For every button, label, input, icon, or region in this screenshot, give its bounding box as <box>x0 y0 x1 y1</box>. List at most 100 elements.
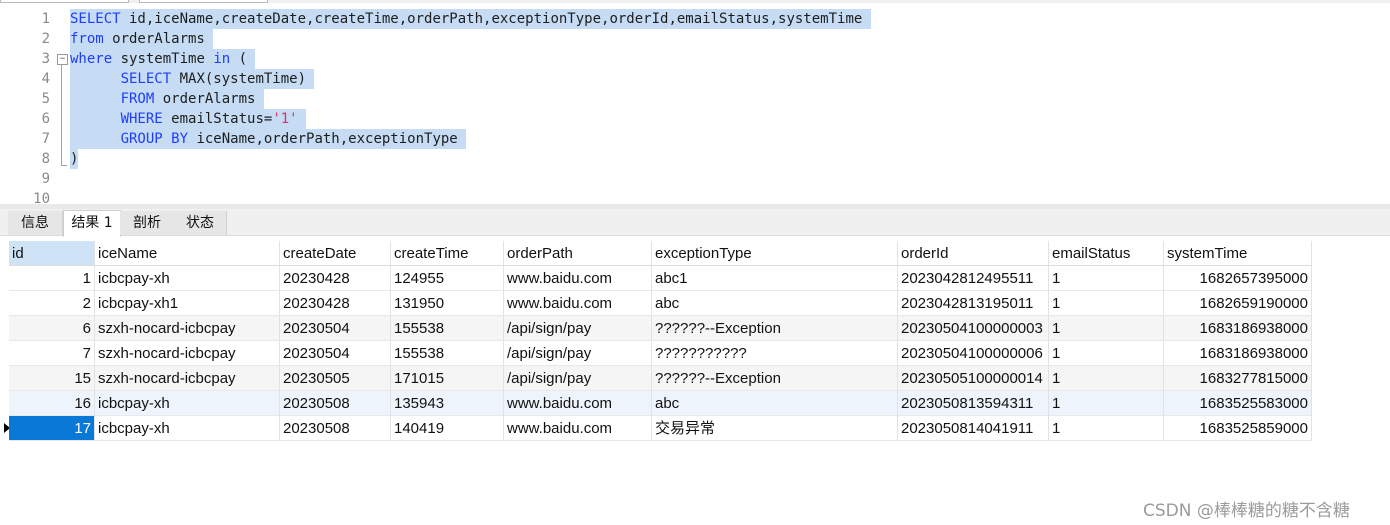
table-row[interactable]: 15 szxh-nocard-icbcpay 20230505 171015/api/… <box>9 366 1312 391</box>
column-header-systemtime[interactable]: systemTime <box>1164 241 1312 266</box>
cell-emailstatus[interactable]: 1 <box>1049 391 1164 416</box>
cell-orderpath[interactable]: www.baidu.com <box>504 266 652 291</box>
cell-exceptiontype[interactable]: ??????--Exception <box>652 366 898 391</box>
cell-icename[interactable]: icbcpay-xh1 <box>95 291 280 316</box>
cell-id[interactable]: 2 <box>9 291 95 316</box>
sql-text: ( <box>230 51 256 67</box>
table-row[interactable]: 7 szxh-nocard-icbcpay 20230504 155538/api/s… <box>9 341 1312 366</box>
cell-orderid[interactable]: 2023050813594311 <box>898 391 1049 416</box>
cell-orderid[interactable]: 2023042812495511 <box>898 266 1049 291</box>
sql-editor[interactable]: 1 SELECT id,iceName,createDate,createTime… <box>0 3 1390 204</box>
cell-systemtime[interactable]: 1683525859000 <box>1164 416 1312 441</box>
cell-orderid[interactable]: 2023050814041911 <box>898 416 1049 441</box>
column-header-emailstatus[interactable]: emailStatus <box>1049 241 1164 266</box>
cell-systemtime[interactable]: 1683525583000 <box>1164 391 1312 416</box>
editor-line[interactable]: 9 <box>0 169 1390 189</box>
cell-emailstatus[interactable]: 1 <box>1049 341 1164 366</box>
table-row[interactable]: 2 icbcpay-xh1 20230428 131950 www.baidu.com a… <box>9 291 1312 316</box>
table-row[interactable]: 6 szxh-nocard-icbcpay 20230504 155538/api/s… <box>9 316 1312 341</box>
editor-line[interactable]: 8) <box>0 149 1390 169</box>
cell-createdate[interactable]: 20230428 <box>280 291 391 316</box>
code-text: GROUP BY iceName,orderPath,exceptionType <box>70 129 467 149</box>
sql-string: '1' <box>272 111 298 127</box>
cell-orderpath[interactable]: www.baidu.com <box>504 416 652 441</box>
cell-emailstatus[interactable]: 1 <box>1049 416 1164 441</box>
cell-id[interactable]: 7 <box>9 341 95 366</box>
cell-orderpath[interactable]: www.baidu.com <box>504 391 652 416</box>
editor-line[interactable]: 6 WHERE emailStatus='1' <box>0 109 1390 129</box>
cell-systemtime[interactable]: 1683277815000 <box>1164 366 1312 391</box>
cell-orderpath[interactable]: /api/sign/pay <box>504 366 652 391</box>
cell-createtime[interactable]: 131950 <box>391 291 504 316</box>
cell-createdate[interactable]: 20230504 <box>280 341 391 366</box>
cell-orderid[interactable]: 20230504100000003 <box>898 316 1049 341</box>
cell-icename[interactable]: icbcpay-xh <box>95 266 280 291</box>
table-row[interactable]: 17 icbcpay-xh 20230508 140419 www.baidu.com 交… <box>4 416 1312 441</box>
column-header-id[interactable]: id <box>9 241 95 266</box>
cell-emailstatus[interactable]: 1 <box>1049 266 1164 291</box>
cell-icename[interactable]: szxh-nocard-icbcpay <box>95 316 280 341</box>
fold-collapse-icon[interactable]: − <box>57 54 68 65</box>
cell-createtime[interactable]: 155538 <box>391 341 504 366</box>
cell-emailstatus[interactable]: 1 <box>1049 366 1164 391</box>
cell-createtime[interactable]: 135943 <box>391 391 504 416</box>
column-header-exceptiontype[interactable]: exceptionType <box>652 241 898 266</box>
cell-id[interactable]: 15 <box>9 366 95 391</box>
cell-exceptiontype[interactable]: abc <box>652 391 898 416</box>
column-header-createdate[interactable]: createDate <box>280 241 391 266</box>
cell-emailstatus[interactable]: 1 <box>1049 291 1164 316</box>
table-row[interactable]: 1 icbcpay-xh 20230428 124955 www.baidu.com ab… <box>9 266 1312 291</box>
cell-systemtime[interactable]: 1683186938000 <box>1164 316 1312 341</box>
cell-orderid[interactable]: 20230504100000006 <box>898 341 1049 366</box>
cell-exceptiontype[interactable]: 交易异常 <box>652 416 898 441</box>
editor-line[interactable]: 10 <box>0 189 1390 204</box>
cell-icename[interactable]: icbcpay-xh <box>95 416 280 441</box>
cell-createtime[interactable]: 124955 <box>391 266 504 291</box>
column-header-createtime[interactable]: createTime <box>391 241 504 266</box>
cell-orderpath[interactable]: /api/sign/pay <box>504 341 652 366</box>
editor-line[interactable]: 1 SELECT id,iceName,createDate,createTime… <box>0 9 1390 29</box>
editor-line[interactable]: 3 where systemTime in ( <box>0 49 1390 69</box>
cell-orderpath[interactable]: /api/sign/pay <box>504 316 652 341</box>
editor-line[interactable]: 4 SELECT MAX(systemTime) <box>0 69 1390 89</box>
tab-profile[interactable]: 剖析 <box>120 211 175 235</box>
cell-createdate[interactable]: 20230428 <box>280 266 391 291</box>
cell-exceptiontype[interactable]: abc1 <box>652 266 898 291</box>
cell-createtime[interactable]: 140419 <box>391 416 504 441</box>
cell-icename[interactable]: szxh-nocard-icbcpay <box>95 366 280 391</box>
sql-text: ) <box>70 151 79 167</box>
editor-line[interactable]: 2 from orderAlarms <box>0 29 1390 49</box>
tab-info[interactable]: 信息 <box>8 211 63 235</box>
cell-icename[interactable]: szxh-nocard-icbcpay <box>95 341 280 366</box>
cell-exceptiontype[interactable]: ??????--Exception <box>652 316 898 341</box>
cell-createtime[interactable]: 155538 <box>391 316 504 341</box>
cell-createdate[interactable]: 20230508 <box>280 391 391 416</box>
cell-id[interactable]: 1 <box>9 266 95 291</box>
cell-createtime[interactable]: 171015 <box>391 366 504 391</box>
editor-line[interactable]: 7 GROUP BY iceName,orderPath,exceptionTy… <box>0 129 1390 149</box>
cell-id[interactable]: 17 <box>9 416 95 441</box>
cell-createdate[interactable]: 20230504 <box>280 316 391 341</box>
cell-createdate[interactable]: 20230505 <box>280 366 391 391</box>
cell-orderid[interactable]: 20230505100000014 <box>898 366 1049 391</box>
cell-exceptiontype[interactable]: abc <box>652 291 898 316</box>
cell-icename[interactable]: icbcpay-xh <box>95 391 280 416</box>
cell-systemtime[interactable]: 1682659190000 <box>1164 291 1312 316</box>
column-header-orderid[interactable]: orderId <box>898 241 1049 266</box>
editor-line[interactable]: 5 FROM orderAlarms <box>0 89 1390 109</box>
cell-createdate[interactable]: 20230508 <box>280 416 391 441</box>
cell-id[interactable]: 16 <box>9 391 95 416</box>
tab-result-1[interactable]: 结果 1 <box>63 210 121 237</box>
cell-orderpath[interactable]: www.baidu.com <box>504 291 652 316</box>
column-header-orderpath[interactable]: orderPath <box>504 241 652 266</box>
cell-exceptiontype[interactable]: ??????????? <box>652 341 898 366</box>
cell-systemtime[interactable]: 1683186938000 <box>1164 341 1312 366</box>
cell-id[interactable]: 6 <box>9 316 95 341</box>
column-header-icename[interactable]: iceName <box>95 241 280 266</box>
tab-status[interactable]: 状态 <box>174 211 227 235</box>
cell-orderid[interactable]: 2023042813195011 <box>898 291 1049 316</box>
cell-emailstatus[interactable]: 1 <box>1049 316 1164 341</box>
table-row[interactable]: 16 icbcpay-xh 20230508 135943 www.baidu.com a… <box>9 391 1312 416</box>
cell-systemtime[interactable]: 1682657395000 <box>1164 266 1312 291</box>
